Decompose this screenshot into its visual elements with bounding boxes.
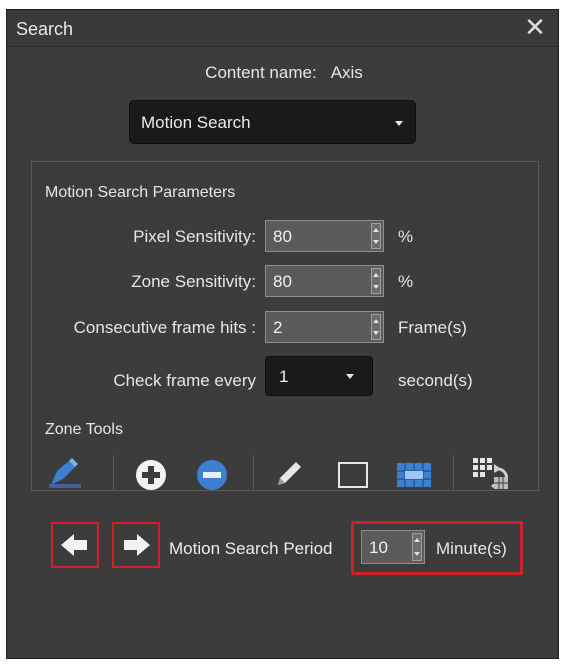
grid-refresh-icon[interactable] [470, 455, 512, 498]
zone-sensitivity-value: 80 [273, 272, 292, 291]
toolbar-divider [253, 455, 254, 491]
search-mode-dropdown[interactable]: Motion Search [129, 100, 416, 144]
arrow-left-icon [61, 534, 87, 556]
period-value: 10 [369, 538, 388, 557]
content-name-value: Axis [330, 63, 363, 82]
zone-sensitivity-label: Zone Sensitivity: [131, 272, 256, 291]
pixel-sensitivity-label: Pixel Sensitivity: [133, 227, 256, 246]
plus-circle-icon[interactable] [134, 458, 168, 497]
pixel-sensitivity-value: 80 [273, 227, 292, 246]
previous-period-button[interactable] [51, 522, 99, 568]
pencil-icon[interactable] [272, 457, 306, 496]
content-name-label: Content name: [205, 63, 317, 82]
check-frame-unit: second(s) [398, 371, 473, 390]
pixel-sensitivity-stepper[interactable]: 80 [265, 220, 384, 252]
chevron-down-icon [395, 121, 403, 126]
chevron-down-icon [346, 374, 354, 379]
toolbar-divider [453, 455, 454, 491]
zone-sensitivity-stepper[interactable]: 80 [265, 265, 384, 297]
parameters-title: Motion Search Parameters [45, 184, 236, 201]
period-unit: Minute(s) [436, 539, 507, 558]
content-name-row: Content name: Axis [0, 63, 568, 83]
grid-select-icon[interactable] [395, 459, 433, 496]
stepper-arrows-icon[interactable] [371, 314, 381, 340]
rectangle-icon[interactable] [336, 459, 370, 496]
check-frame-dropdown[interactable]: 1 [265, 356, 373, 396]
consecutive-hits-label: Consecutive frame hits : [73, 318, 256, 337]
check-frame-label: Check frame every [113, 371, 256, 390]
toolbar-divider [113, 455, 114, 491]
stepper-arrows-icon[interactable] [412, 533, 422, 561]
zone-brush-icon[interactable] [47, 457, 83, 494]
arrow-right-icon [124, 534, 150, 556]
motion-search-period-label: Motion Search Period [169, 539, 333, 558]
stepper-arrows-icon[interactable] [371, 268, 381, 294]
check-frame-value: 1 [279, 367, 289, 386]
consecutive-hits-value: 2 [273, 318, 283, 337]
zone-sensitivity-unit: % [398, 272, 414, 291]
period-stepper[interactable]: 10 [361, 530, 425, 564]
minus-circle-icon[interactable] [195, 458, 229, 497]
consecutive-hits-unit: Frame(s) [398, 318, 467, 337]
title-bar: Search ✕ [7, 10, 558, 47]
dialog-title: Search [16, 19, 74, 39]
search-mode-value: Motion Search [141, 113, 251, 132]
pixel-sensitivity-unit: % [398, 227, 414, 246]
consecutive-hits-stepper[interactable]: 2 [265, 311, 384, 343]
stepper-arrows-icon[interactable] [371, 223, 381, 249]
zone-tools-title: Zone Tools [45, 421, 123, 438]
next-period-button[interactable] [112, 522, 160, 568]
close-icon[interactable]: ✕ [522, 14, 548, 40]
